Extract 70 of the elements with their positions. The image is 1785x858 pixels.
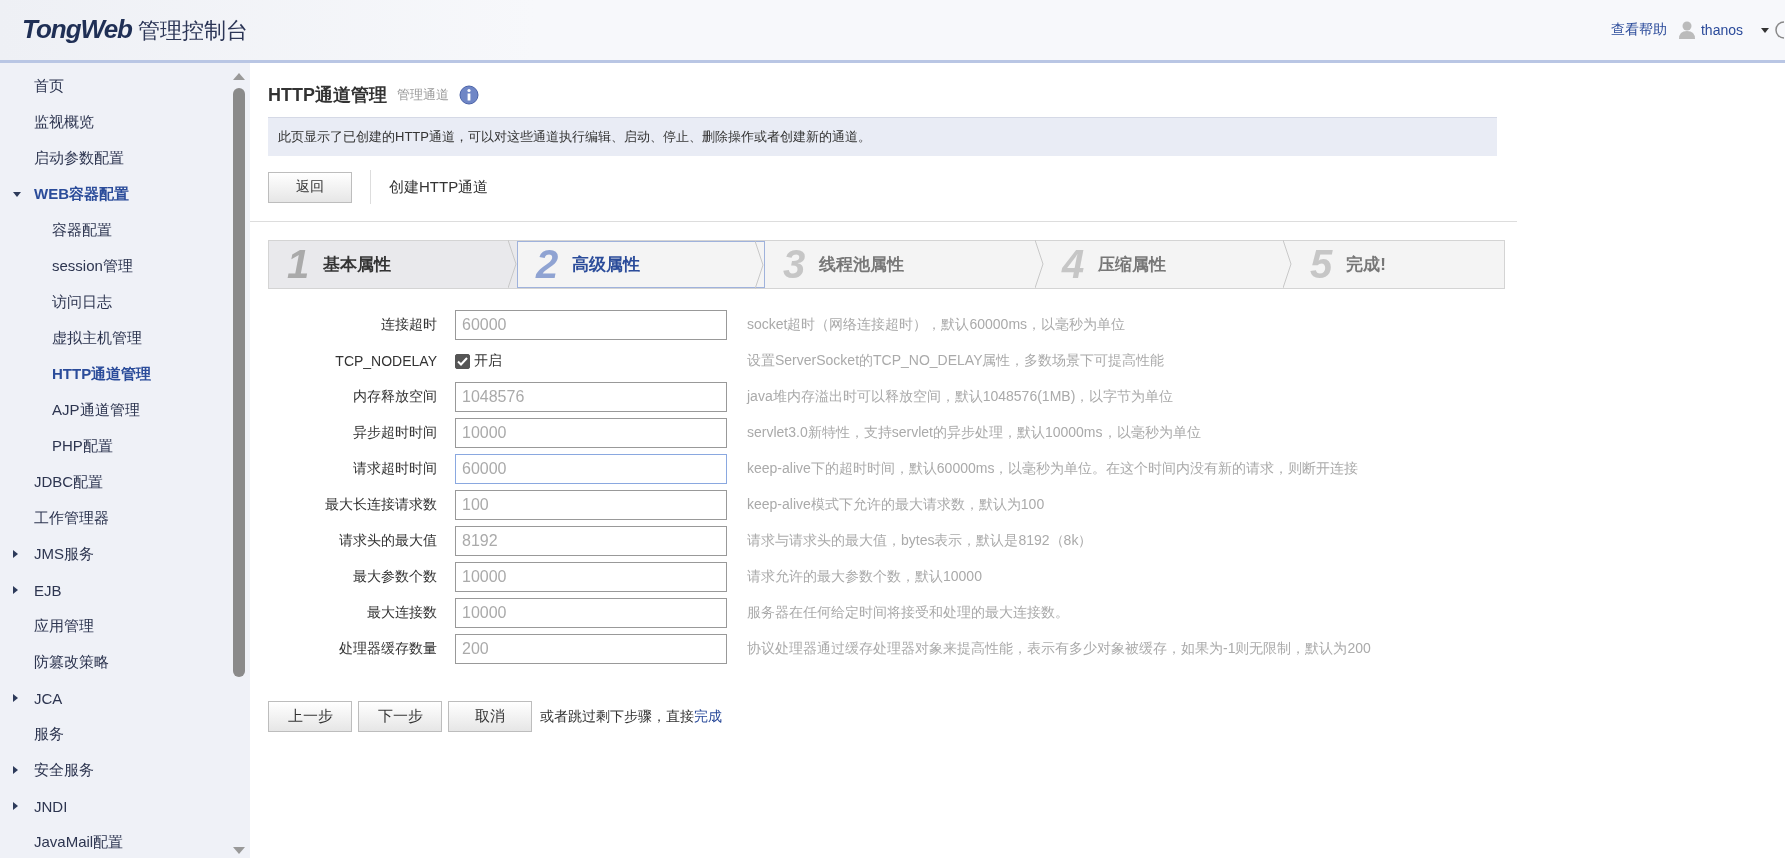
skip-text: 或者跳过剩下步骤，直接完成 [540, 707, 722, 726]
sidebar-item[interactable]: 服务 [0, 716, 228, 752]
field-label: 请求超时时间 [352, 460, 437, 478]
field-label: 连接超时 [380, 316, 437, 334]
sidebar-item[interactable]: JNDI [0, 788, 228, 824]
sidebar-item[interactable]: 虚拟主机管理 [0, 320, 228, 356]
caret-right-icon[interactable] [13, 766, 18, 774]
section-title: 创建HTTP通道 [389, 177, 489, 197]
info-icon[interactable] [459, 85, 479, 105]
wizard-step[interactable]: 1 基本属性 [269, 241, 517, 288]
back-button[interactable]: 返回 [268, 171, 352, 203]
user-name[interactable]: thanos [1700, 22, 1743, 38]
field-label: 最大参数个数 [352, 568, 437, 586]
field-label: 请求头的最大值 [338, 532, 437, 550]
sidebar-item[interactable]: 应用管理 [0, 608, 228, 644]
user-icon [1678, 21, 1695, 39]
scroll-thumb[interactable] [233, 88, 245, 677]
wizard-button[interactable]: 取消 [448, 701, 532, 732]
page-subtitle: 管理通道 [397, 86, 449, 104]
field-hint: socket超时（网络连接超时），默认60000ms，以毫秒为单位 [747, 316, 1126, 334]
wizard-button[interactable]: 上一步 [268, 701, 352, 732]
sidebar-item[interactable]: EJB [0, 572, 228, 608]
field-label: 内存释放空间 [352, 388, 437, 406]
sidebar-item[interactable]: 监视概览 [0, 104, 228, 140]
sidebar-item[interactable]: 防篡改策略 [0, 644, 228, 680]
field-label: 处理器缓存数量 [338, 640, 437, 658]
sidebar-item[interactable]: 工作管理器 [0, 500, 228, 536]
sidebar-item[interactable]: PHP配置 [0, 428, 228, 464]
field-hint: keep-alive下的超时时间，默认60000ms，以毫秒为单位。在这个时间内没有新的请求，则断开连接 [747, 460, 1359, 478]
caret-right-icon[interactable] [13, 550, 18, 558]
sidebar-item[interactable]: 容器配置 [0, 212, 228, 248]
field-hint: 请求与请求头的最大值，bytes表示，默认是8192（8k） [747, 532, 1093, 550]
checkbox[interactable] [455, 353, 470, 369]
sidebar-item[interactable]: HTTP通道管理 [0, 356, 228, 392]
field-label: 最大连接数 [366, 604, 437, 622]
field-hint: java堆内存溢出时可以释放空间，默认1048576(1MB)，以字节为单位 [747, 388, 1174, 406]
checkbox-label[interactable]: 开启 [474, 352, 502, 370]
field-hint: keep-alive模式下允许的最大请求数，默认为100 [747, 496, 1045, 514]
field-label: 最大长连接请求数 [324, 496, 437, 514]
sidebar-item[interactable]: JavaMail配置 [0, 824, 228, 858]
caret-right-icon[interactable] [13, 694, 18, 702]
wizard-button[interactable]: 下一步 [358, 701, 442, 732]
wizard-step[interactable]: 2 高级属性 [517, 241, 765, 288]
sidebar-item[interactable]: 启动参数配置 [0, 140, 228, 176]
sidebar-item[interactable]: JCA [0, 680, 228, 716]
caret-icon[interactable] [1761, 27, 1769, 33]
caret-right-icon[interactable] [13, 586, 18, 594]
help-link[interactable]: 查看帮助 [1610, 21, 1667, 39]
sidebar-item[interactable]: 安全服务 [0, 752, 228, 788]
finish-link[interactable]: 完成 [694, 707, 722, 724]
caret-down-icon[interactable] [13, 191, 21, 197]
sidebar-item[interactable]: 访问日志 [0, 284, 228, 320]
page-title: HTTP通道管理 [268, 84, 387, 107]
sidebar-item[interactable]: JDBC配置 [0, 464, 228, 500]
field-hint: servlet3.0新特性，支持servlet的异步处理，默认10000ms，以毫秒为单位 [747, 424, 1201, 442]
sidebar-item[interactable]: 首页 [0, 68, 228, 104]
field-label: 异步超时时间 [352, 424, 437, 442]
field-label: TCP_NODELAY [334, 353, 437, 369]
sidebar-item[interactable]: session管理 [0, 248, 228, 284]
description-text: 此页显示了已创建的HTTP通道，可以对这些通道执行编辑、启动、停止、删除操作或者创建新的通道。 [268, 117, 1497, 156]
sidebar-item[interactable]: JMS服务 [0, 536, 228, 572]
logo-brand: TongWeb [22, 14, 132, 45]
caret-right-icon[interactable] [13, 802, 18, 810]
sidebar-item[interactable]: WEB容器配置 [0, 176, 228, 212]
sidebar-item[interactable]: AJP通道管理 [0, 392, 228, 428]
field-hint: 设置ServerSocket的TCP_NO_DELAY属性，多数场景下可提高性能 [747, 352, 1165, 370]
logo-title: 管理控制台 [138, 17, 248, 45]
field-hint: 服务器在任何给定时间将接受和处理的最大连接数。 [747, 604, 1069, 622]
field-hint: 请求允许的最大参数个数，默认10000 [747, 568, 982, 586]
field-hint: 协议处理器通过缓存处理器对象来提高性能，表示有多少对象被缓存，如果为-1则无限制，默认为200 [747, 640, 1371, 658]
